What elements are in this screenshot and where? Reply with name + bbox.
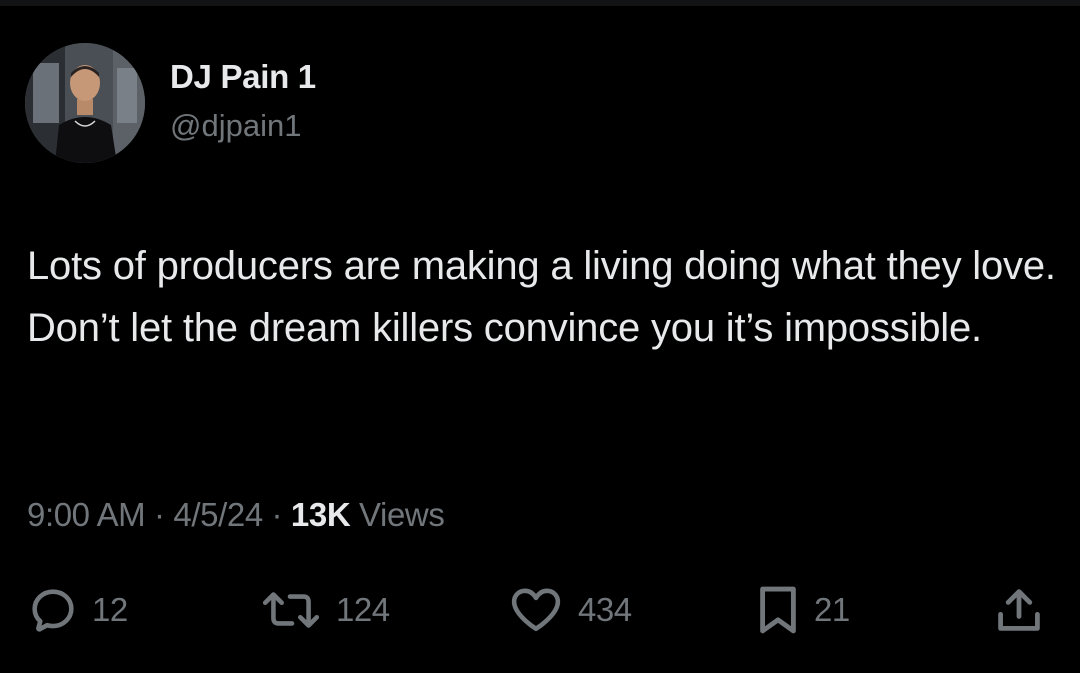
views-count[interactable]: 13K	[291, 496, 351, 533]
top-edge-divider	[0, 0, 1080, 6]
bookmark-icon	[760, 586, 796, 634]
tweet-date[interactable]: 4/5/24	[173, 496, 263, 533]
meta-separator: ·	[145, 496, 174, 533]
share-icon	[998, 589, 1040, 631]
reply-count: 12	[92, 591, 128, 628]
author-handle[interactable]: @djpain1	[170, 108, 301, 144]
avatar[interactable]	[25, 43, 145, 163]
reply-icon	[32, 589, 74, 632]
author-display-name[interactable]: DJ Pain 1	[170, 58, 316, 96]
bookmark-count: 21	[814, 591, 850, 628]
share-button[interactable]	[993, 580, 1045, 640]
heart-icon	[511, 588, 561, 632]
tweet-time[interactable]: 9:00 AM	[27, 496, 146, 533]
repost-count: 124	[336, 591, 390, 628]
bookmark-button[interactable]: 21	[756, 580, 850, 640]
views-label[interactable]: Views	[350, 496, 445, 533]
meta-separator: ·	[262, 496, 291, 533]
reply-button[interactable]: 12	[28, 580, 128, 640]
repost-icon	[262, 592, 320, 628]
repost-button[interactable]: 124	[260, 580, 390, 640]
tweet-meta: 9:00 AM · 4/5/24 · 13K Views	[27, 496, 445, 534]
action-bar: 12 124 434 21	[0, 580, 1080, 640]
avatar-photo	[25, 43, 145, 163]
like-button[interactable]: 434	[508, 580, 632, 640]
like-count: 434	[578, 591, 632, 628]
tweet-text: Lots of producers are making a living do…	[27, 244, 1056, 350]
